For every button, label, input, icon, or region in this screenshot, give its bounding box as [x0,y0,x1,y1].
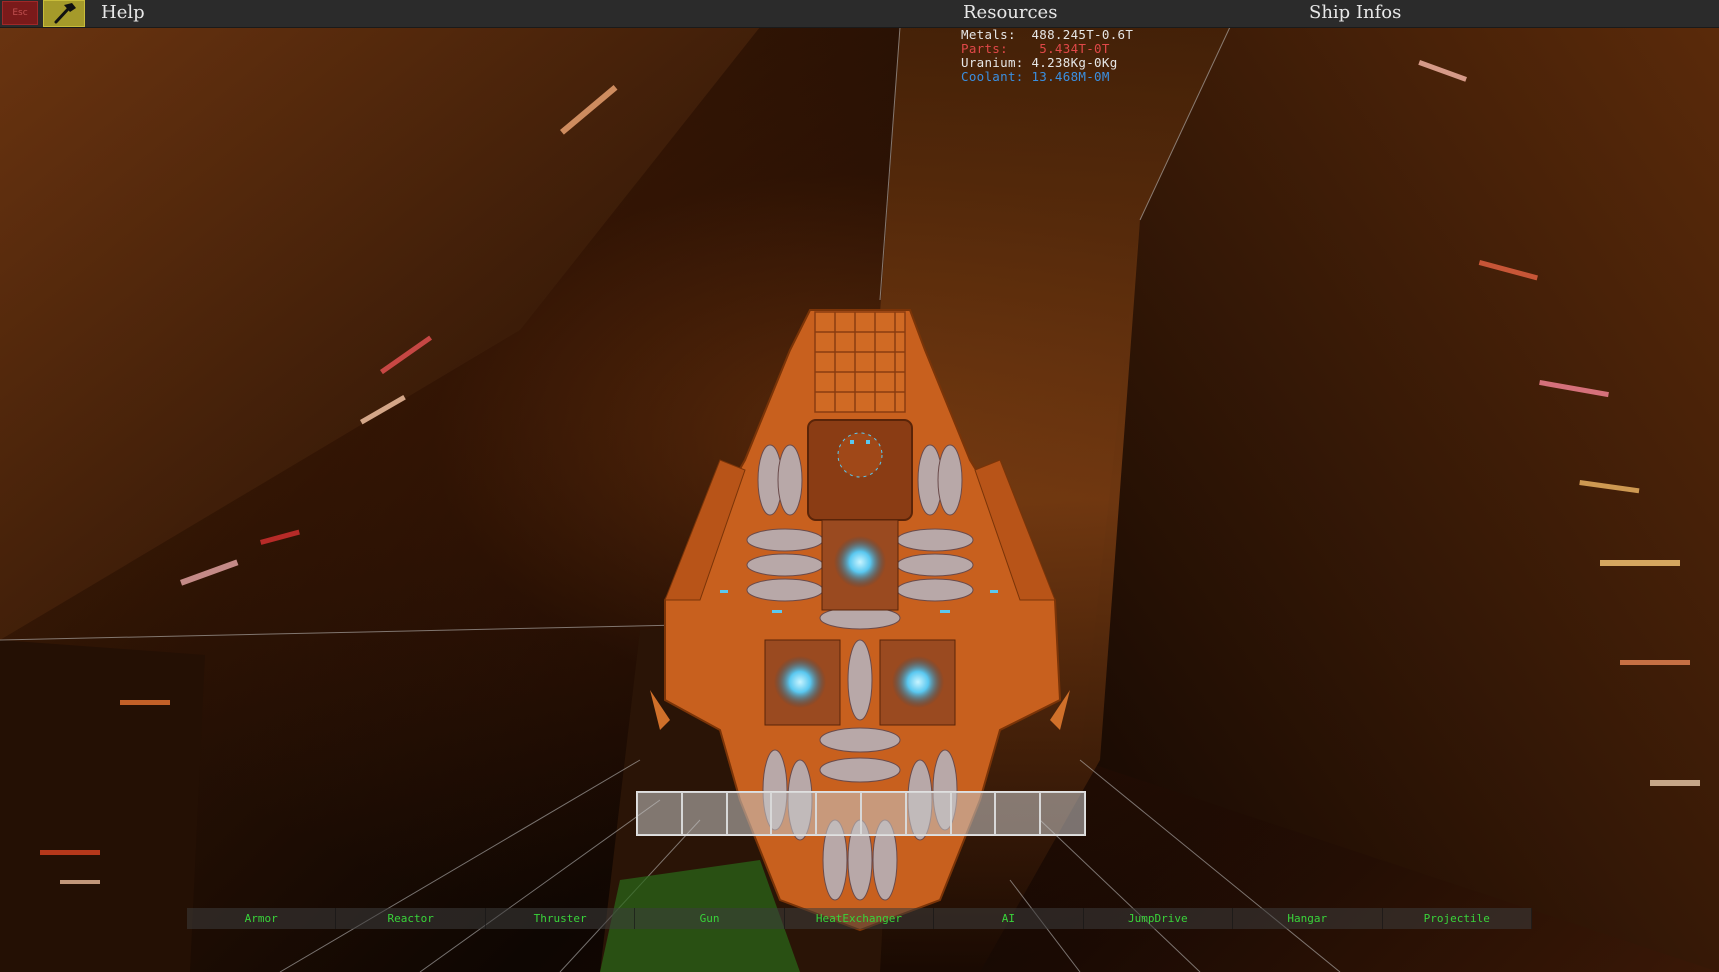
category-projectile[interactable]: Projectile [1382,908,1532,929]
category-thruster[interactable]: Thruster [485,908,636,929]
exit-button[interactable]: Esc [2,1,38,25]
hotbar-slot-1[interactable] [637,792,682,835]
category-gun[interactable]: Gun [635,908,785,929]
hotbar-slot-4[interactable] [771,792,817,835]
hotbar-slot-10[interactable] [1040,792,1085,835]
category-ai[interactable]: AI [934,908,1084,929]
exit-button-label: Esc [12,8,28,18]
category-armor[interactable]: Armor [187,908,337,929]
top-menu-bar: Esc Help Resources Ship Infos [0,0,1719,28]
hotbar-slot-2[interactable] [681,792,727,835]
build-mode-button[interactable] [43,0,85,27]
category-heatexchanger[interactable]: HeatExchanger [784,908,935,929]
resources-panel: Metals: 488.245T-0.6T Parts: 5.434T-0T U… [961,28,1133,84]
category-jumpdrive[interactable]: JumpDrive [1083,908,1234,929]
resource-coolant: Coolant: 13.468M-0M [961,69,1110,84]
part-category-bar: Armor Reactor Thruster Gun HeatExchanger… [187,908,1532,929]
category-hangar[interactable]: Hangar [1233,908,1383,929]
hotbar [636,791,1086,836]
hotbar-slot-7[interactable] [905,792,951,835]
help-menu[interactable]: Help [101,2,145,24]
hotbar-slot-5[interactable] [816,792,861,835]
resource-uranium: Uranium: 4.238Kg-0Kg [961,55,1118,70]
hotbar-slot-6[interactable] [860,792,906,835]
hotbar-slot-3[interactable] [726,792,772,835]
hammer-icon [54,3,76,24]
hotbar-slot-8[interactable] [950,792,996,835]
resource-metals: Metals: 488.245T-0.6T [961,27,1134,42]
hotbar-slot-9[interactable] [995,792,1041,835]
category-reactor[interactable]: Reactor [336,908,486,929]
game-viewport[interactable]: Esc Help Resources Ship Infos Metals: 48… [0,0,1719,972]
resource-parts: Parts: 5.434T-0T [961,41,1110,56]
ship-infos-menu[interactable]: Ship Infos [1309,2,1401,24]
resources-menu[interactable]: Resources [963,2,1057,24]
